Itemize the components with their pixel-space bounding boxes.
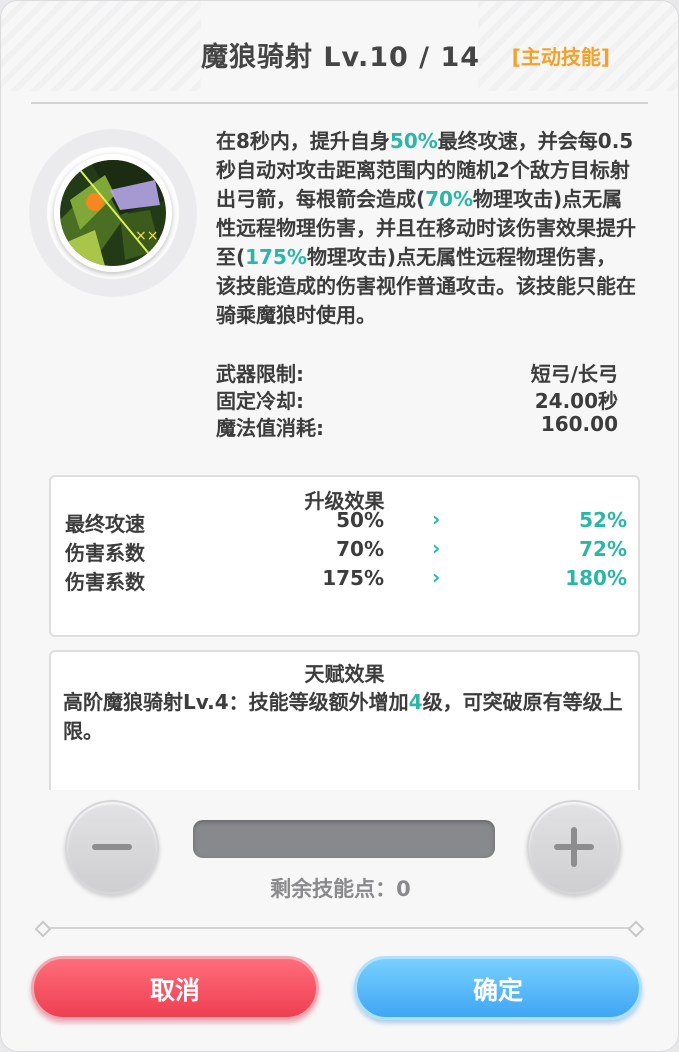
wolf-archer-skill-icon: ×× <box>60 160 166 266</box>
footer-divider <box>41 927 638 929</box>
chevron-right-icon: › <box>432 507 441 531</box>
upgrade-current: 70% <box>336 537 384 561</box>
minus-icon <box>92 844 132 850</box>
talent-description: 高阶魔狼骑射Lv.4：技能等级额外增加4级，可突破原有等级上限。 <box>63 688 633 746</box>
stat-label: 魔法值消耗: <box>216 416 324 440</box>
desc-highlight: 50% <box>389 129 438 153</box>
chevron-right-icon: › <box>432 536 441 560</box>
upgrade-next: 72% <box>579 537 627 561</box>
skill-detail-panel: 魔狼骑射 Lv.10 / 14 [主动技能] ×× 在8秒内，提升自身50%最终… <box>0 0 679 1052</box>
cancel-button[interactable]: 取消 <box>31 956 319 1020</box>
stat-cooldown: 固定冷却: 24.00秒 <box>216 385 618 414</box>
skill-description: 在8秒内，提升自身50%最终攻速，并会每0.5秒自动对攻击距离范围内的随机2个敌… <box>216 127 636 330</box>
talent-effect-box: 天赋效果 高阶魔狼骑射Lv.4：技能等级额外增加4级，可突破原有等级上限。 <box>49 650 640 790</box>
upgrade-current: 50% <box>336 508 384 532</box>
skill-type-tag: [主动技能] <box>511 45 610 69</box>
skill-icon-border: ×× <box>54 154 172 272</box>
talent-effect-title: 天赋效果 <box>304 662 385 686</box>
upgrade-row: 伤害系数 175% › 180% <box>65 565 627 594</box>
upgrade-current: 175% <box>322 566 384 590</box>
remaining-skill-points: 剩余技能点：0 <box>270 877 411 901</box>
skill-level-bar <box>193 820 495 858</box>
upgrade-effect-box: 升级效果 最终攻速 50% › 52% 伤害系数 70% › 72% 伤害系数 … <box>49 475 640 637</box>
chevron-right-icon: › <box>432 565 441 589</box>
stat-mana-cost: 魔法值消耗: 160.00 <box>216 412 618 441</box>
skill-icon-frame: ×× <box>29 129 197 297</box>
divider-diamond <box>34 920 52 938</box>
desc-highlight: 175% <box>245 245 307 269</box>
upgrade-name: 伤害系数 <box>65 570 145 594</box>
stat-value: 160.00 <box>540 412 618 436</box>
upgrade-name: 最终攻速 <box>65 512 145 536</box>
talent-highlight: 4 <box>408 690 423 714</box>
header-divider <box>31 102 648 104</box>
desc-highlight: 70% <box>425 187 474 211</box>
upgrade-next: 180% <box>565 566 627 590</box>
divider-diamond <box>627 920 645 938</box>
stat-label: 武器限制: <box>216 362 304 386</box>
stat-value: 24.00秒 <box>534 389 618 413</box>
desc-text: 在8秒内，提升自身 <box>216 129 390 153</box>
talent-text: 高阶魔狼骑射Lv.4：技能等级额外增加 <box>63 690 409 714</box>
upgrade-row: 伤害系数 70% › 72% <box>65 536 627 565</box>
stat-value: 短弓/长弓 <box>530 362 618 386</box>
upgrade-row: 最终攻速 50% › 52% <box>65 507 627 536</box>
stat-label: 固定冷却: <box>216 389 304 413</box>
confirm-button[interactable]: 确定 <box>354 956 642 1020</box>
upgrade-name: 伤害系数 <box>65 541 145 565</box>
upgrade-next: 52% <box>579 508 627 532</box>
stat-weapon-restriction: 武器限制: 短弓/长弓 <box>216 358 618 387</box>
